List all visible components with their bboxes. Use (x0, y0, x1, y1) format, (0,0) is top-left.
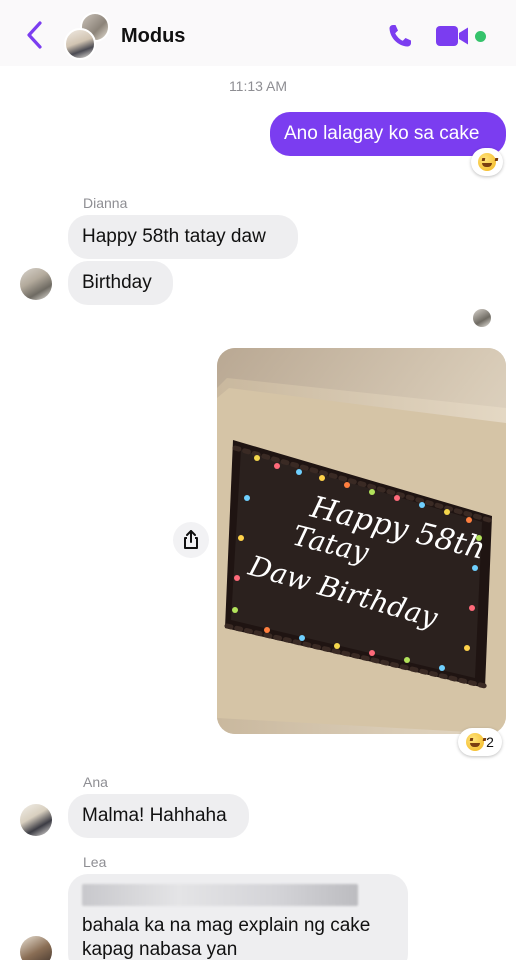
sender-name: Dianna (83, 195, 128, 211)
message-timestamp: 11:13 AM (228, 78, 288, 94)
avatar[interactable] (20, 268, 52, 300)
grinning-squinting-face-icon (478, 153, 496, 171)
online-status-dot (475, 31, 486, 42)
cake-image: Happy 58th Tatay Daw Birthday (217, 348, 506, 734)
incoming-message[interactable]: Malma! Hahhaha (68, 794, 249, 838)
chat-title[interactable]: Modus (121, 25, 185, 48)
outgoing-message[interactable]: Ano lalagay ko sa cake (270, 112, 506, 156)
avatar[interactable] (20, 804, 52, 836)
incoming-message[interactable]: Happy 58th tatay daw (68, 215, 298, 259)
chevron-left-icon[interactable] (24, 20, 46, 50)
blurred-content (82, 884, 358, 906)
cake-photo[interactable]: Happy 58th Tatay Daw Birthday (217, 348, 506, 734)
grinning-squinting-face-icon (466, 733, 485, 751)
sender-name: Ana (83, 774, 108, 790)
avatar[interactable] (20, 936, 52, 960)
share-icon (184, 530, 198, 549)
avatar (64, 28, 96, 60)
group-avatar[interactable] (64, 12, 112, 60)
share-button[interactable] (173, 522, 209, 558)
message-line: bahala ka na mag explain ng cake (82, 915, 371, 936)
reaction-count: 2 (486, 734, 494, 750)
sender-name: Lea (83, 854, 107, 870)
chat-header: Modus (0, 0, 516, 66)
message-line: kapag nabasa yan (82, 939, 238, 960)
photo-reaction[interactable]: 2 (458, 728, 502, 756)
message-reaction[interactable] (471, 148, 503, 176)
phone-icon[interactable] (386, 22, 414, 50)
video-camera-icon[interactable] (436, 25, 470, 47)
incoming-message[interactable]: Birthday (68, 261, 173, 305)
read-receipt-avatar (473, 309, 491, 327)
